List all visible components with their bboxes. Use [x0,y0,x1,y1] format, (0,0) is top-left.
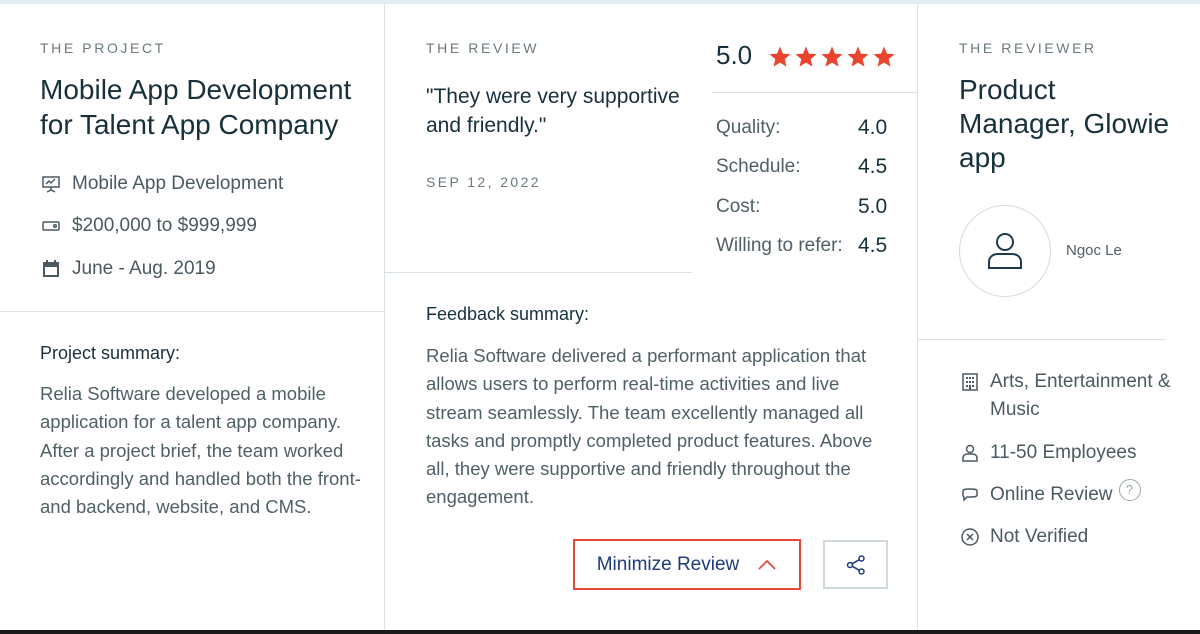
share-icon [846,554,865,575]
star-icon [795,46,817,67]
project-summary-heading: Project summary: [40,343,181,363]
project-service-label: Mobile App Development [72,173,284,194]
bottom-border [0,630,1200,634]
share-button[interactable] [823,540,888,589]
section-divider [384,272,692,273]
presentation-icon [40,173,62,195]
reviewer-verification-label: Not Verified [990,526,1089,547]
project-summary-text: Relia Software developed a mobile applic… [40,383,361,518]
score-label-quality: Quality: [716,117,781,138]
score-label-cost: Cost: [716,196,761,217]
star-icon [769,46,791,67]
reviewer-industry-label: Arts, Entertainment & Music [990,371,1171,420]
feedback-summary-text: Relia Software delivered a performant ap… [426,345,873,508]
person-icon [959,439,981,467]
circle-x-icon [959,523,981,551]
reviewer-verification: Not Verified [959,523,1088,551]
project-budget: $200,000 to $999,999 [40,214,257,238]
reviewer-company-size-label: 11-50 Employees [990,442,1137,463]
reviewer-industry: Arts, Entertainment & Music [959,368,1179,424]
review-date: SEP 12, 2022 [426,174,541,190]
user-icon [988,233,1022,269]
section-divider [917,339,1165,340]
reviewer-name: Ngoc Le [1066,242,1122,259]
building-icon [959,368,981,396]
calendar-icon [40,258,62,280]
project-dates: June - Aug. 2019 [40,257,216,281]
minimize-review-button[interactable]: Minimize Review [573,539,801,590]
score-value-schedule: 4.5 [858,155,888,178]
chat-bubble-icon [959,481,981,509]
price-tag-icon [40,215,62,237]
score-value-quality: 4.0 [858,116,888,139]
minimize-review-label: Minimize Review [596,553,740,575]
overall-rating: 5.0 [716,40,753,70]
section-divider [0,311,384,312]
score-label-willing-to-refer: Willing to refer: [716,235,843,256]
review-eyebrow: THE REVIEW [426,40,540,56]
star-icon [873,46,895,67]
score-value-willing-to-refer: 4.5 [858,234,888,257]
reviewer-company-size: 11-50 Employees [959,439,1136,467]
reviewer-title: Product Manager, Glowie app [959,74,1170,173]
column-divider [917,4,918,630]
project-dates-label: June - Aug. 2019 [72,258,216,279]
project-budget-label: $200,000 to $999,999 [72,215,257,236]
review-quote: "They were very supportive and friendly.… [426,85,680,137]
column-divider [384,4,385,630]
avatar [959,205,1051,297]
project-service: Mobile App Development [40,172,283,196]
reviewer-eyebrow: THE REVIEWER [959,40,1097,56]
feedback-summary-heading: Feedback summary: [426,304,590,324]
score-value-cost: 5.0 [858,195,888,218]
star-rating [768,45,896,69]
section-divider [712,92,917,93]
star-icon [847,46,869,67]
score-label-schedule: Schedule: [716,156,801,177]
project-eyebrow: THE PROJECT [40,40,166,56]
reviewer-review-type: Online Review ? [959,479,1141,509]
chevron-up-icon [758,559,776,570]
reviewer-review-type-label: Online Review [990,484,1113,505]
project-title: Mobile App Development for Talent App Co… [40,74,352,140]
help-icon[interactable]: ? [1118,479,1141,501]
star-icon [821,46,843,67]
top-border [0,0,1200,4]
